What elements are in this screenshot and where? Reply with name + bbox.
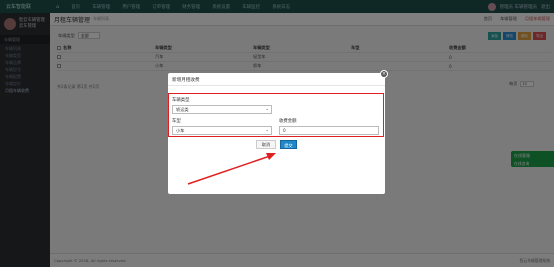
dialog-title: 新增月租收费 bbox=[168, 73, 385, 86]
submit-button[interactable]: 提交 bbox=[280, 140, 297, 149]
dialog-actions: 取消 提交 bbox=[168, 140, 385, 149]
cancel-button[interactable]: 取消 bbox=[256, 140, 276, 149]
highlight-box bbox=[168, 93, 384, 137]
close-icon[interactable]: × bbox=[380, 70, 388, 78]
